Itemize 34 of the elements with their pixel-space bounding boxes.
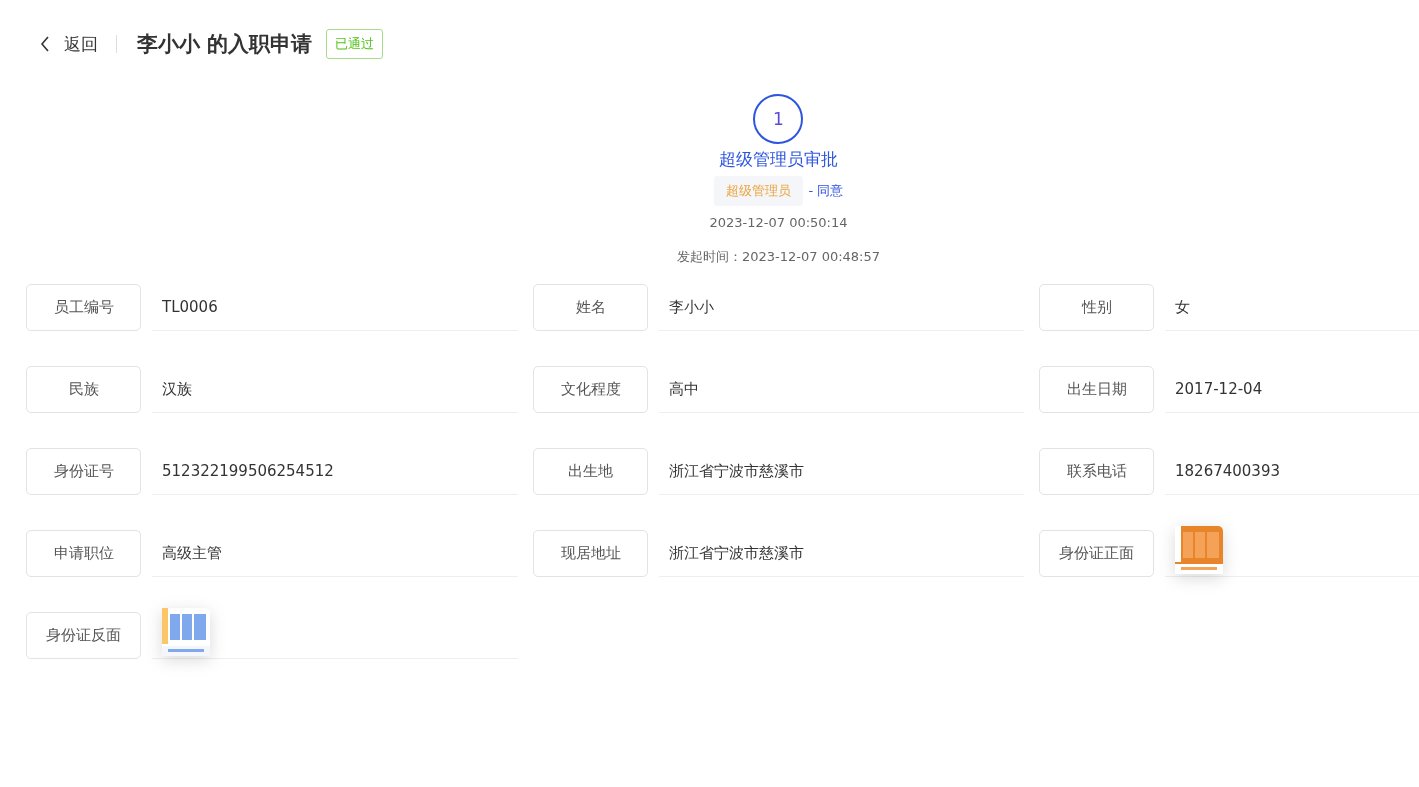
field-label: 性别 <box>1039 284 1154 331</box>
field-value: 浙江省宁波市慈溪市 <box>669 543 804 563</box>
field-label: 联系电话 <box>1039 448 1154 495</box>
start-time: 发起时间：2023-12-07 00:48:57 <box>676 248 881 266</box>
field-label: 身份证号 <box>26 448 141 495</box>
field-label: 员工编号 <box>26 284 141 331</box>
field-label: 姓名 <box>533 284 648 331</box>
field-value: 高级主管 <box>162 543 222 563</box>
status-badge: 已通过 <box>326 29 384 59</box>
field-label: 申请职位 <box>26 530 141 577</box>
field-value: 浙江省宁波市慈溪市 <box>669 461 804 481</box>
field-value: 高中 <box>669 379 699 399</box>
back-button[interactable]: 返回 <box>40 32 98 56</box>
back-chevron-icon <box>40 36 50 52</box>
field-value: 女 <box>1175 297 1190 317</box>
field-label: 文化程度 <box>533 366 648 413</box>
field-label: 出生日期 <box>1039 366 1154 413</box>
approver-tag: 超级管理员 <box>713 176 803 206</box>
step-number: 1 <box>753 94 804 144</box>
field-label: 现居地址 <box>533 530 648 577</box>
page-title: 李小小 的入职申请 <box>137 31 313 58</box>
field-label: 民族 <box>26 366 141 413</box>
field-value: 李小小 <box>669 297 714 317</box>
field-value: 512322199506254512 <box>162 462 334 480</box>
step-title: 超级管理员审批 <box>719 148 838 171</box>
approval-result: - 同意 <box>808 182 844 200</box>
field-value: 汉族 <box>162 379 192 399</box>
field-value: TL0006 <box>162 298 218 316</box>
field-value: 18267400393 <box>1175 462 1280 480</box>
field-label: 身份证正面 <box>1039 530 1154 577</box>
field-value: 2017-12-04 <box>1175 380 1263 398</box>
field-label: 身份证反面 <box>26 612 141 659</box>
field-label: 出生地 <box>533 448 648 495</box>
step-time: 2023-12-07 00:50:14 <box>709 215 848 230</box>
